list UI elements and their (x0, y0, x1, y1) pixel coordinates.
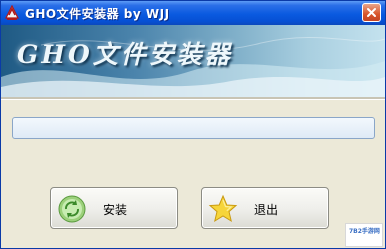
close-button[interactable] (362, 3, 381, 22)
site-watermark: 7B2手游网 (345, 223, 383, 247)
close-icon (366, 3, 377, 22)
exit-button[interactable]: 退出 (201, 187, 329, 229)
banner-title: GHO文件安装器 (17, 40, 233, 69)
title-bar[interactable]: GHO文件安装器 by WJJ (1, 1, 385, 25)
watermark-text: 7B2手游网 (349, 228, 380, 235)
installer-window: GHO文件安装器 by WJJ GHO文件安装器 安装 退出 7B2手游网 (0, 0, 386, 249)
app-logo-icon (4, 4, 20, 21)
install-button[interactable]: 安装 (50, 187, 178, 229)
exit-label: 退出 (254, 203, 279, 217)
install-label: 安装 (103, 203, 128, 217)
progress-bar (12, 117, 375, 139)
header-banner: GHO文件安装器 (1, 25, 385, 97)
star-icon (208, 194, 238, 224)
refresh-icon (57, 194, 87, 224)
window-title: GHO文件安装器 by WJJ (25, 7, 170, 21)
divider (1, 97, 385, 100)
